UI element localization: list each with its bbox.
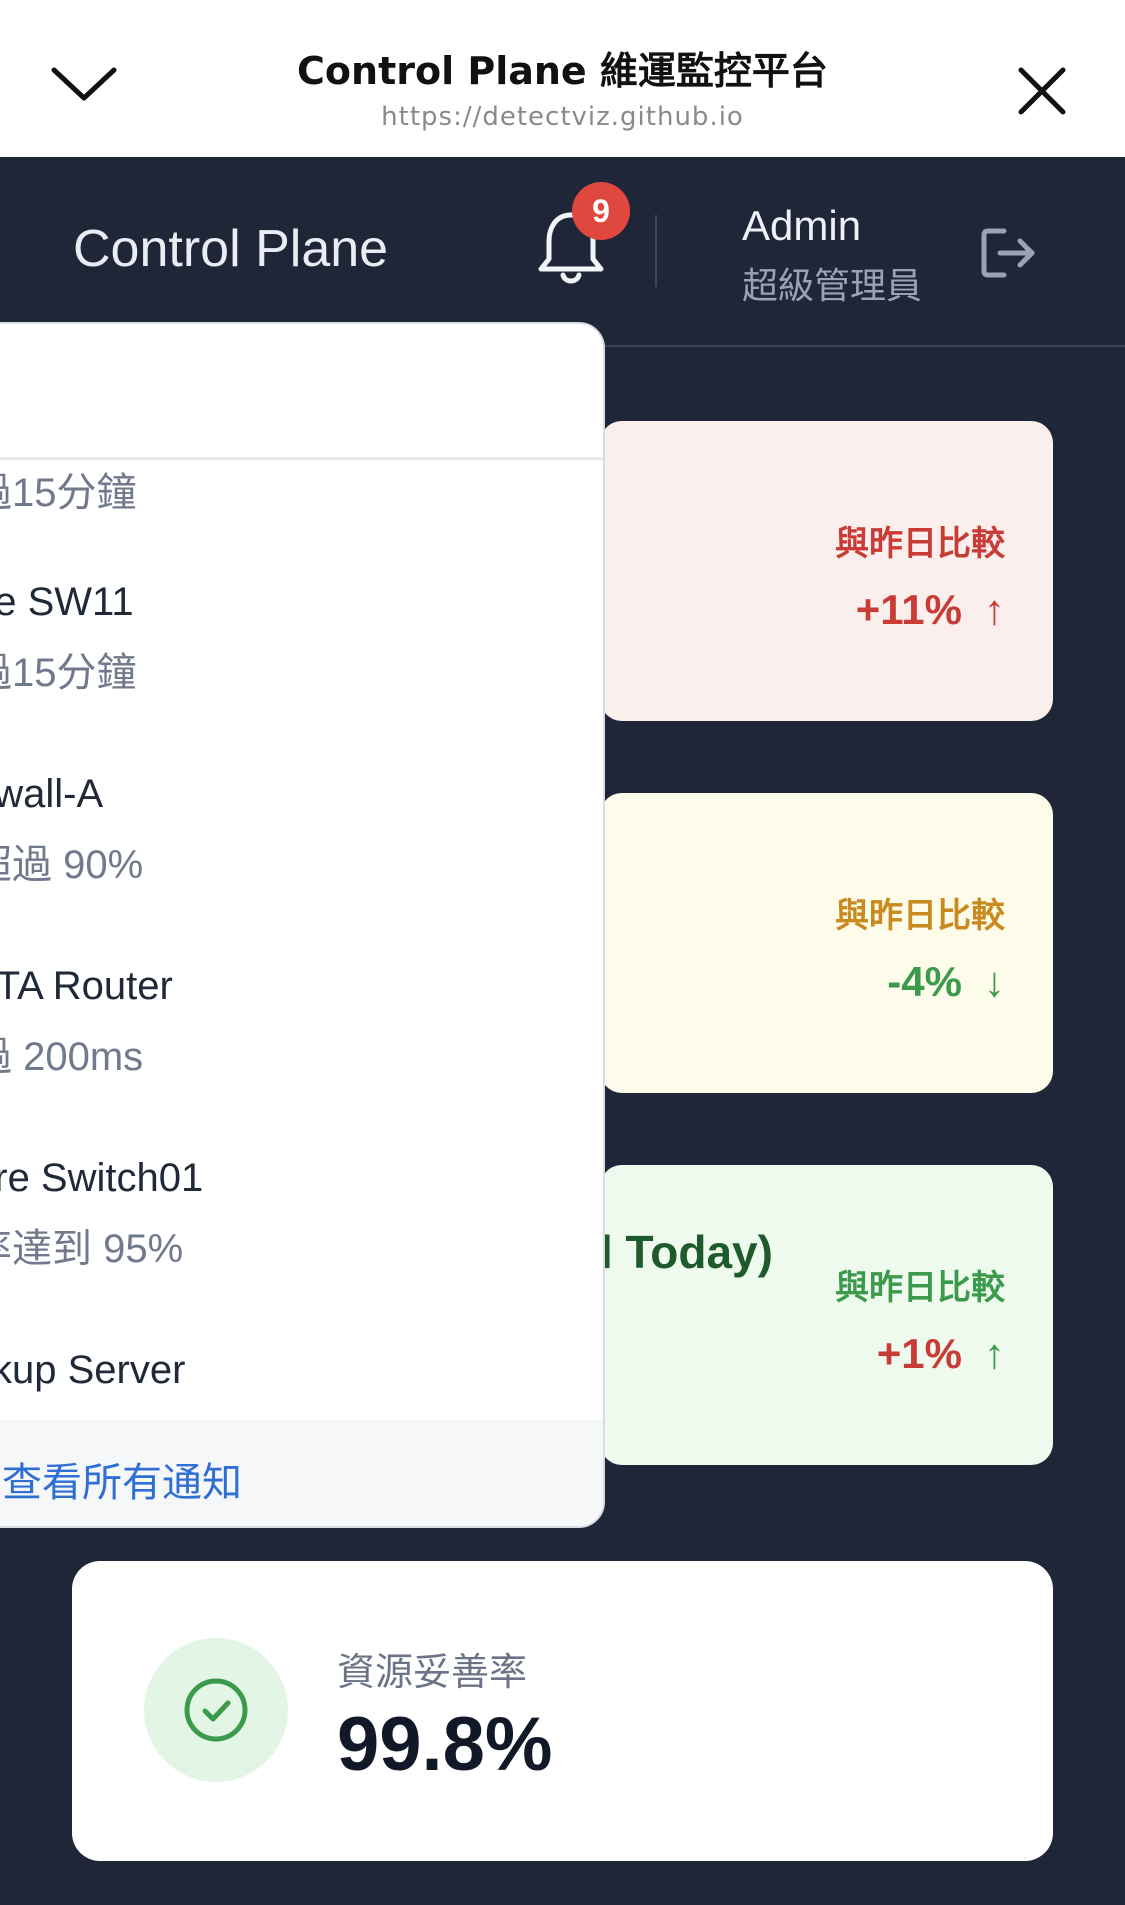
browser-title: Control Plane 維運監控平台: [297, 49, 828, 93]
notification-panel-header: [0, 324, 603, 460]
notification-item[interactable]: ewall-A 超過 90%: [0, 772, 603, 962]
metric-value: 99.8%: [337, 1702, 553, 1787]
card-title: l Today): [600, 1226, 773, 1278]
notification-subtitle: 過15分鐘: [0, 651, 137, 695]
logout-icon[interactable]: [980, 225, 1038, 281]
stat-card-resolved[interactable]: l Today) 與昨日比較 +1% ↑: [600, 1165, 1053, 1465]
header-divider: [655, 215, 657, 287]
app-header: Control Plane 9 Admin 超級管理員: [0, 157, 1125, 347]
notification-title: ATA Router: [0, 964, 173, 1008]
notification-item[interactable]: ge SW11 過15分鐘: [0, 580, 603, 770]
notification-title: ge SW11: [0, 580, 134, 624]
compare-label: 與昨日比較: [835, 1268, 1005, 1308]
notification-panel-footer: 查看所有通知: [0, 1420, 603, 1526]
notification-list[interactable]: 過15分鐘 ge SW11 過15分鐘 ewall-A 超過 90% ATA R…: [0, 460, 603, 1526]
check-circle-icon: [184, 1678, 248, 1742]
user-role: 超級管理員: [742, 266, 923, 307]
browser-url: https://detectviz.github.io: [381, 102, 744, 132]
notification-item[interactable]: ore Switch01 率達到 95%: [0, 1156, 603, 1346]
notification-count-badge: 9: [572, 182, 630, 240]
notification-title: ckup Server: [0, 1348, 186, 1392]
compare-value: +1% ↑: [877, 1330, 1005, 1378]
notification-panel[interactable]: 過15分鐘 ge SW11 過15分鐘 ewall-A 超過 90% ATA R…: [0, 322, 605, 1528]
user-name: Admin: [742, 202, 862, 249]
stat-card-warning[interactable]: 與昨日比較 -4% ↓: [600, 793, 1053, 1093]
compare-percent: +1%: [876, 1330, 962, 1377]
metric-label: 資源妥善率: [337, 1650, 528, 1694]
compare-percent: -4%: [887, 958, 962, 1005]
notification-subtitle: 率達到 95%: [0, 1227, 184, 1271]
arrow-down-icon: ↓: [984, 958, 1005, 1005]
compare-label: 與昨日比較: [835, 524, 1005, 564]
arrow-up-icon: ↑: [984, 586, 1005, 633]
close-icon[interactable]: [1015, 64, 1069, 118]
stat-card-critical[interactable]: 與昨日比較 +11% ↑: [600, 421, 1053, 721]
compare-value: +11% ↑: [856, 586, 1005, 634]
brand-title[interactable]: Control Plane: [73, 219, 388, 279]
notification-subtitle: 過15分鐘: [0, 471, 137, 515]
browser-bar: Control Plane 維運監控平台 https://detectviz.g…: [0, 0, 1125, 157]
notification-subtitle: 過 200ms: [0, 1035, 144, 1079]
notification-item[interactable]: ATA Router 過 200ms: [0, 964, 603, 1154]
availability-card[interactable]: 資源妥善率 99.8%: [72, 1561, 1053, 1861]
view-all-notifications-link[interactable]: 查看所有通知: [2, 1450, 242, 1508]
compare-percent: +11%: [855, 586, 962, 633]
compare-label: 與昨日比較: [835, 896, 1005, 936]
notification-title: ewall-A: [0, 772, 104, 816]
arrow-up-icon: ↑: [984, 1330, 1005, 1377]
notification-subtitle: 超過 90%: [0, 843, 144, 887]
compare-value: -4% ↓: [887, 958, 1005, 1006]
notification-title: ore Switch01: [0, 1156, 204, 1200]
